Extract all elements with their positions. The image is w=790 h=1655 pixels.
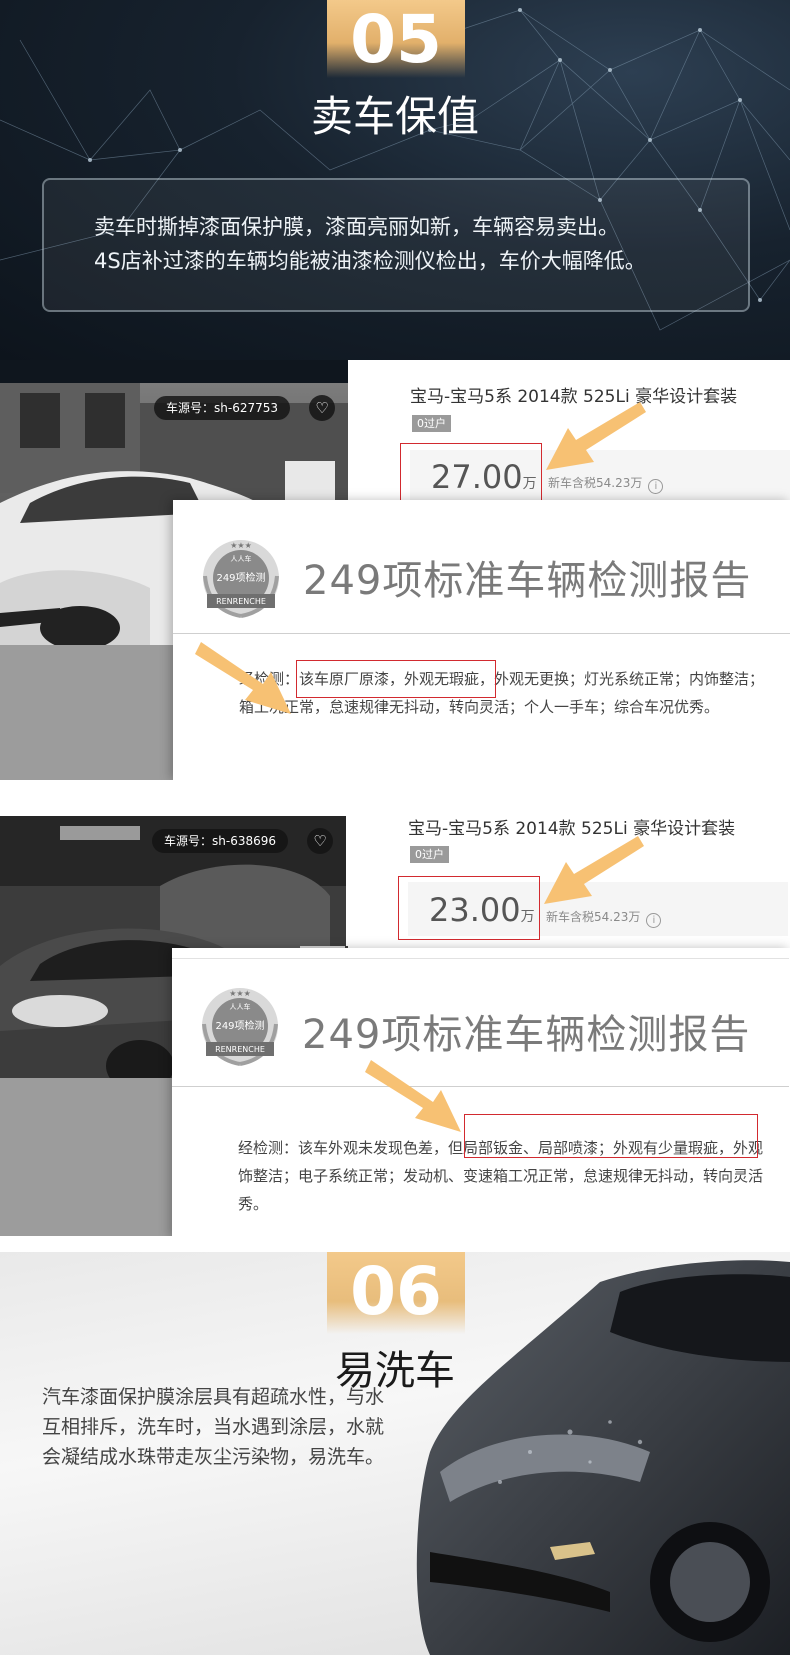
inspection-report-panel: 人人车 249项检测 RENRENCHE ★★★ 249项标准车辆检测报告 经检… [172, 948, 790, 1236]
source-number-badge: 车源号：sh-638696 [152, 829, 288, 853]
svg-text:★★★: ★★★ [230, 541, 252, 550]
car-info-panel: 宝马-宝马5系 2014款 525Li 豪华设计套装 0过户 23.00万 新车… [346, 796, 788, 946]
description-line-2: 互相排斥，洗车时，当水遇到涂层，水就 [42, 1416, 385, 1438]
report-top-rule [172, 958, 789, 959]
price-value: 27.00万 [431, 458, 537, 496]
svg-text:人人车: 人人车 [231, 554, 252, 563]
report-divider [173, 633, 790, 634]
inspection-seal-icon: 人人车 249项检测 RENRENCHE ★★★ [202, 988, 278, 1066]
price-highlight-box: 27.00万 [400, 443, 542, 507]
svg-text:★★★: ★★★ [229, 989, 251, 998]
info-icon[interactable]: i [646, 913, 662, 928]
section-number-tab: 05 [327, 0, 465, 78]
svg-text:249项检测: 249项检测 [216, 571, 265, 584]
svg-text:RENRENCHE: RENRENCHE [216, 597, 266, 606]
description-box: 卖车时撕掉漆面保护膜，漆面亮丽如新，车辆容易卖出。 4S店补过漆的车辆均能被油漆… [42, 178, 750, 312]
car-listing-card-1: 车源号：sh-627753 ♡ 宝马-宝马5系 2014款 525Li 豪华设计… [0, 360, 790, 780]
section-06-banner: 06 易洗车 汽车漆面保护膜涂层具有超疏水性，与水 互相排斥，洗车时，当水遇到涂… [0, 1252, 790, 1655]
report-line-2: 饰整洁；电子系统正常；发动机、变速箱工况正常，怠速规律无抖动，转向灵活 [238, 1167, 764, 1185]
report-title: 249项标准车辆检测报告 [303, 558, 752, 604]
section-title: 卖车保值 [310, 92, 479, 141]
report-title: 249项标准车辆检测报告 [302, 1012, 751, 1058]
car-info-panel: 宝马-宝马5系 2014款 525Li 豪华设计套装 0过户 27.00万 新车… [348, 360, 790, 507]
section-number: 05 [350, 1, 442, 78]
price-value: 23.00万 [429, 891, 535, 929]
report-divider [172, 1086, 789, 1087]
photo-grey-fill [0, 1078, 172, 1236]
svg-text:249项检测: 249项检测 [215, 1019, 264, 1032]
info-icon[interactable]: i [648, 479, 664, 494]
description-line-1: 卖车时撕掉漆面保护膜，漆面亮丽如新，车辆容易卖出。 [94, 215, 619, 239]
pointer-arrow-icon [544, 836, 644, 904]
svg-text:RENRENCHE: RENRENCHE [215, 1045, 265, 1054]
car-listing-card-2: 车源号：sh-638696 ♡ 宝马-宝马5系 2014款 525Li 豪华设计… [0, 796, 790, 1236]
new-car-price: 新车含税54.23万 i [548, 474, 664, 494]
photo-grey-fill [0, 645, 173, 780]
sports-car-image [416, 1260, 790, 1655]
svg-text:人人车: 人人车 [230, 1002, 251, 1011]
description-line-1: 汽车漆面保护膜涂层具有超疏水性，与水 [42, 1386, 385, 1408]
favorite-heart-icon[interactable]: ♡ [309, 395, 335, 421]
transfer-tag: 0过户 [412, 415, 451, 432]
highlight-box-paint-original [296, 660, 496, 698]
section-05-banner: 05 卖车保值 卖车时撕掉漆面保护膜，漆面亮丽如新，车辆容易卖出。 4S店补过漆… [0, 0, 790, 360]
description-line-2: 4S店补过漆的车辆均能被油漆检测仪检出，车价大幅降低。 [94, 249, 646, 273]
favorite-heart-icon[interactable]: ♡ [307, 828, 333, 854]
price-highlight-box: 23.00万 [398, 876, 540, 940]
description-line-3: 会凝结成水珠带走灰尘污染物，易洗车。 [42, 1446, 385, 1468]
new-car-price: 新车含税54.23万 i [546, 908, 662, 928]
highlight-box-partial-repaint [464, 1114, 758, 1158]
section-number: 06 [350, 1253, 442, 1330]
report-line-3: 秀。 [238, 1195, 269, 1213]
transfer-tag: 0过户 [410, 846, 449, 863]
pointer-arrow-icon [195, 642, 291, 714]
pointer-arrow-icon [546, 402, 646, 470]
inspection-seal-icon: 人人车 249项检测 RENRENCHE ★★★ [203, 540, 279, 618]
section-number-tab: 06 [327, 1252, 465, 1334]
pointer-arrow-icon [365, 1060, 461, 1132]
source-number-badge: 车源号：sh-627753 [154, 396, 290, 420]
